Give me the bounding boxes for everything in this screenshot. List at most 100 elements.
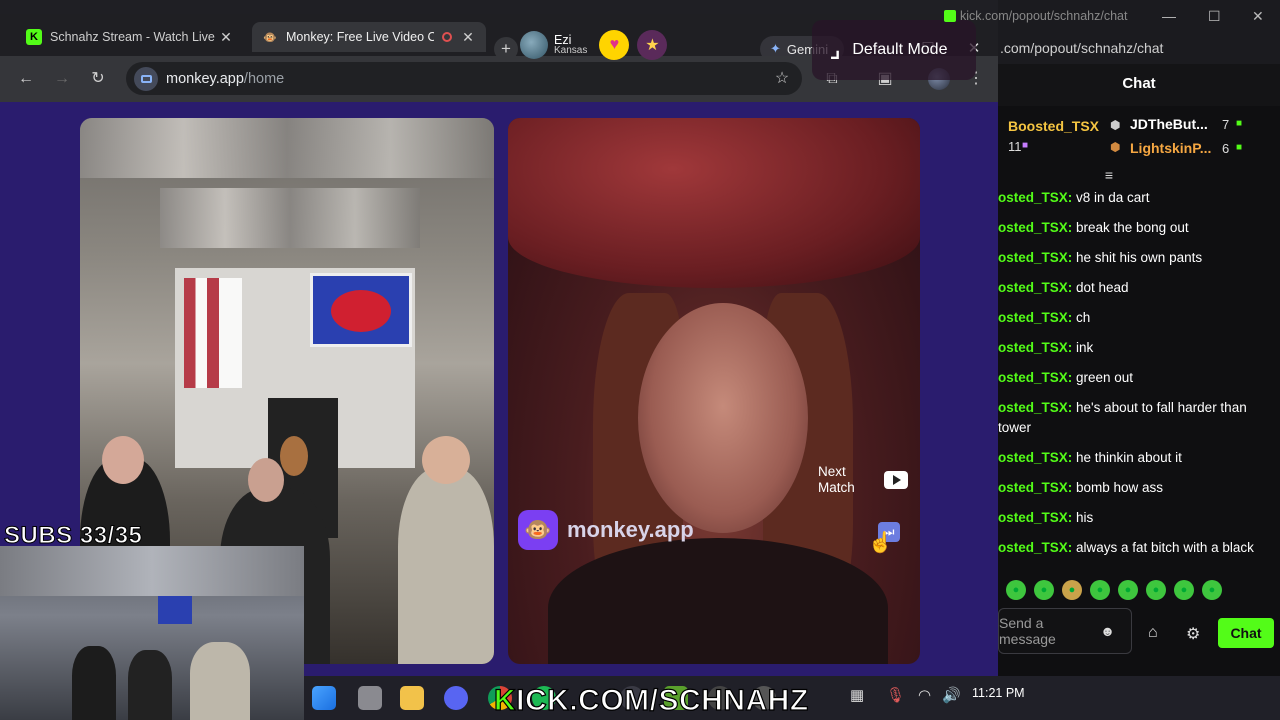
monkey-brand: 🐵 monkey.app bbox=[518, 510, 694, 550]
facecam-ceiling bbox=[0, 546, 304, 596]
leader-2-count: 7 bbox=[1222, 117, 1230, 132]
person-right-head bbox=[422, 436, 470, 484]
peer-text: Ezi Kansas bbox=[554, 34, 587, 57]
wifi-icon[interactable]: ◠ bbox=[918, 686, 931, 704]
chat-titlebar-url: kick.com/popout/schnahz/chat bbox=[960, 9, 1128, 23]
gift-icon: ■ bbox=[1022, 140, 1029, 151]
chat-window-titlebar: kick.com/popout/schnahz/chat — ☐ ✕ bbox=[944, 0, 1280, 34]
chat-message: osted_TSX: bomb how ass bbox=[998, 480, 1164, 495]
facecam-person bbox=[190, 642, 250, 720]
site-info-icon[interactable] bbox=[134, 66, 158, 91]
next-match-button[interactable]: Next Match bbox=[818, 464, 908, 496]
bookmark-star-icon[interactable]: ☆ bbox=[770, 67, 794, 91]
police-badge-icon: ★ bbox=[637, 30, 668, 60]
windows-start-icon[interactable] bbox=[312, 686, 336, 710]
chat-message: osted_TSX: dot head bbox=[998, 280, 1129, 295]
gift-leaderboard: Boosted_TSX 11 ■ ⬢ JDTheBut... 7 ■ ⬢ Lig… bbox=[998, 106, 1280, 164]
chat-message: osted_TSX: he thinkin about it bbox=[998, 450, 1182, 465]
microphone-icon[interactable]: 🎙 bbox=[886, 686, 905, 704]
emote-icon[interactable]: ● bbox=[1118, 580, 1138, 600]
gift-icon: ■ bbox=[1236, 142, 1243, 153]
kick-channel-link: KICK.COM/SCHNAHZ bbox=[493, 683, 809, 717]
forward-icon[interactable]: → bbox=[50, 67, 74, 91]
chat-message: osted_TSX: he shit his own pants bbox=[998, 250, 1203, 265]
peer-avatar[interactable] bbox=[520, 31, 548, 59]
play-icon bbox=[884, 471, 908, 489]
tab-label: Schnahz Stream - Watch Live o bbox=[50, 30, 218, 44]
store-icon[interactable]: ⌂ bbox=[1148, 624, 1158, 642]
rank-3-icon: ⬢ bbox=[1110, 140, 1121, 154]
close-window-icon[interactable]: ✕ bbox=[1252, 8, 1264, 25]
qr-scan-icon[interactable]: ▦ bbox=[850, 686, 864, 704]
gift-icon: ■ bbox=[1236, 118, 1243, 129]
emote-row: ● ● ● ● ● ● ● ● bbox=[1006, 580, 1230, 600]
tab-monkey[interactable]: 🐵 Monkey: Free Live Video Ch ✕ bbox=[252, 22, 486, 52]
flag-banner bbox=[310, 273, 412, 347]
monkey-logo-icon: 🐵 bbox=[263, 31, 277, 44]
leader-3-name[interactable]: LightskinP... bbox=[1130, 140, 1211, 156]
chat-url: .com/popout/schnahz/chat bbox=[998, 34, 1280, 64]
leader-3-count: 6 bbox=[1222, 141, 1230, 156]
discord-icon[interactable] bbox=[444, 686, 468, 710]
peer-face bbox=[638, 303, 808, 533]
emote-icon[interactable]: ● bbox=[1090, 580, 1110, 600]
tab-label: Monkey: Free Live Video Ch bbox=[286, 30, 434, 44]
emoji-picker-icon[interactable]: ☻ bbox=[1100, 623, 1115, 639]
red-ceiling bbox=[508, 118, 920, 288]
facecam-person bbox=[72, 646, 116, 720]
file-explorer-icon[interactable] bbox=[400, 686, 424, 710]
url-text: monkey.app/home bbox=[166, 70, 285, 87]
chat-message-input[interactable]: Send a message ☻ bbox=[998, 608, 1132, 654]
next-match-label: Next Match bbox=[818, 464, 855, 495]
chat-message: osted_TSX: he's about to fall harder tha… bbox=[998, 400, 1247, 435]
facecam-banner bbox=[158, 596, 192, 624]
address-bar[interactable]: monkey.app/home bbox=[126, 62, 802, 95]
person-right bbox=[398, 468, 494, 664]
emote-icon[interactable]: ● bbox=[1202, 580, 1222, 600]
dog bbox=[280, 436, 308, 476]
chat-message: osted_TSX: his bbox=[998, 510, 1094, 525]
rank-2-icon: ⬢ bbox=[1110, 118, 1121, 132]
collapse-leaderboard-icon[interactable]: ≡ bbox=[1100, 168, 1118, 182]
heart-badge-icon: ♥ bbox=[599, 30, 630, 60]
leader-2-name[interactable]: JDTheBut... bbox=[1130, 116, 1208, 132]
emote-icon[interactable]: ● bbox=[1006, 580, 1026, 600]
reload-icon[interactable]: ↻ bbox=[86, 67, 110, 91]
emote-icon[interactable]: ● bbox=[1062, 580, 1082, 600]
kick-logo-icon bbox=[944, 10, 956, 22]
chat-message: osted_TSX: ink bbox=[998, 340, 1094, 355]
settings-gear-icon[interactable]: ⚙ bbox=[1186, 624, 1200, 644]
clock[interactable]: 11:21 PM bbox=[972, 676, 1025, 720]
wall-foil bbox=[160, 188, 420, 248]
person-center-head bbox=[248, 458, 284, 502]
emote-icon[interactable]: ● bbox=[1174, 580, 1194, 600]
chat-message: osted_TSX: green out bbox=[998, 370, 1134, 385]
maximize-icon[interactable]: ☐ bbox=[1208, 8, 1221, 25]
chat-input-placeholder: Send a message bbox=[999, 615, 1056, 647]
back-icon[interactable]: ← bbox=[14, 67, 38, 91]
tab-kick-stream[interactable]: K Schnahz Stream - Watch Live o ✕ bbox=[16, 22, 244, 52]
gemini-icon: ✦ bbox=[770, 41, 781, 56]
minimize-icon[interactable]: — bbox=[1162, 8, 1176, 24]
collapse-icon: ⌟ bbox=[830, 37, 841, 62]
chat-send-button[interactable]: Chat bbox=[1218, 618, 1274, 648]
subs-counter: SUBS 33/35 bbox=[3, 522, 143, 550]
chat-message: osted_TSX: v8 in da cart bbox=[998, 190, 1150, 205]
mouse-cursor-icon: ☝ bbox=[868, 532, 893, 554]
ceiling-foil bbox=[80, 118, 494, 178]
monkey-logo-icon: 🐵 bbox=[518, 510, 558, 550]
close-tab-icon[interactable]: ✕ bbox=[218, 29, 234, 46]
task-view-icon[interactable] bbox=[358, 686, 382, 710]
emote-icon[interactable]: ● bbox=[1146, 580, 1166, 600]
default-mode-button[interactable]: ⌟ Default Mode bbox=[812, 20, 976, 80]
default-mode-label: Default Mode bbox=[852, 41, 948, 58]
chat-message: osted_TSX: always a fat bitch with a bla… bbox=[998, 540, 1254, 555]
volume-icon[interactable]: 🔊 bbox=[942, 686, 961, 704]
leader-1-name[interactable]: Boosted_TSX bbox=[1008, 118, 1099, 134]
close-tab-icon[interactable]: ✕ bbox=[460, 29, 476, 46]
peer-info[interactable]: Ezi Kansas ♥ ★ bbox=[520, 28, 668, 62]
person-left-head bbox=[102, 436, 144, 484]
chat-message: osted_TSX: break the bong out bbox=[998, 220, 1189, 235]
recording-icon bbox=[442, 32, 452, 42]
emote-icon[interactable]: ● bbox=[1034, 580, 1054, 600]
